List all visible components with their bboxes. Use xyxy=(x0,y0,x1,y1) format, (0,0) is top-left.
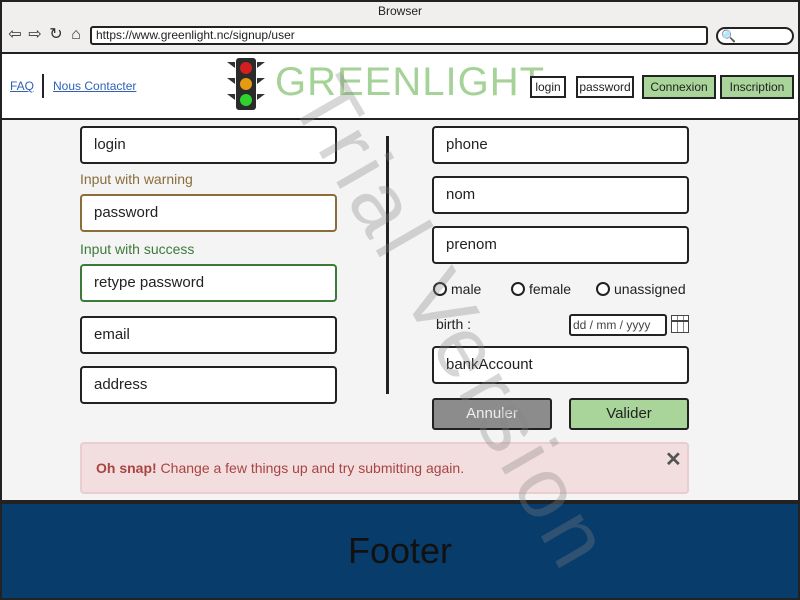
birth-date-input[interactable]: dd / mm / yyyy xyxy=(569,314,667,336)
birth-label: birth : xyxy=(436,316,472,332)
address-field[interactable]: address xyxy=(80,366,337,404)
back-icon[interactable]: ⇦ xyxy=(6,26,24,44)
submit-button[interactable]: Valider xyxy=(569,398,689,430)
brand-name: GREENLIGHT xyxy=(275,60,546,104)
retype-password-field[interactable]: retype password xyxy=(80,264,337,302)
login-field[interactable]: login xyxy=(80,126,337,164)
phone-field[interactable]: phone xyxy=(432,126,689,164)
contact-link[interactable]: Nous Contacter xyxy=(53,79,136,93)
home-icon[interactable]: ⌂ xyxy=(67,26,85,44)
alert-message: Change a few things up and try submittin… xyxy=(156,460,465,476)
bank-account-field[interactable]: bankAccount xyxy=(432,346,689,384)
calendar-icon[interactable] xyxy=(671,315,689,333)
header-login-input[interactable]: login xyxy=(530,76,566,98)
error-alert: Oh snap! Change a few things up and try … xyxy=(80,442,689,494)
browser-search-box[interactable]: 🔍 xyxy=(716,27,794,45)
header-password-input[interactable]: password xyxy=(576,76,634,98)
gender-radio-unassigned[interactable]: unassigned xyxy=(596,281,686,297)
traffic-light-logo xyxy=(227,56,265,112)
refresh-icon[interactable]: ↻ xyxy=(47,26,65,44)
radio-circle-icon xyxy=(596,282,610,296)
gender-radio-male[interactable]: male xyxy=(433,281,481,297)
window-title: Browser xyxy=(377,4,422,18)
header-link-divider xyxy=(42,74,44,98)
radio-circle-icon xyxy=(433,282,447,296)
success-label: Input with success xyxy=(80,241,195,257)
prenom-field[interactable]: prenom xyxy=(432,226,689,264)
faq-link[interactable]: FAQ xyxy=(10,79,34,93)
close-icon[interactable]: ✕ xyxy=(665,447,682,472)
warning-label: Input with warning xyxy=(80,171,193,187)
search-icon: 🔍 xyxy=(721,29,736,43)
email-field[interactable]: email xyxy=(80,316,337,354)
alert-strong-text: Oh snap! xyxy=(96,460,157,476)
column-divider xyxy=(386,136,389,394)
cancel-button[interactable]: Annuler xyxy=(432,398,552,430)
password-field[interactable]: password xyxy=(80,194,337,232)
radio-circle-icon xyxy=(511,282,525,296)
url-bar[interactable]: https://www.greenlight.nc/signup/user xyxy=(90,26,708,45)
connexion-button[interactable]: Connexion xyxy=(642,75,716,99)
forward-icon[interactable]: ⇨ xyxy=(26,26,44,44)
footer-text: Footer xyxy=(347,530,453,571)
gender-radio-female[interactable]: female xyxy=(511,281,571,297)
inscription-button[interactable]: Inscription xyxy=(720,75,794,99)
nom-field[interactable]: nom xyxy=(432,176,689,214)
